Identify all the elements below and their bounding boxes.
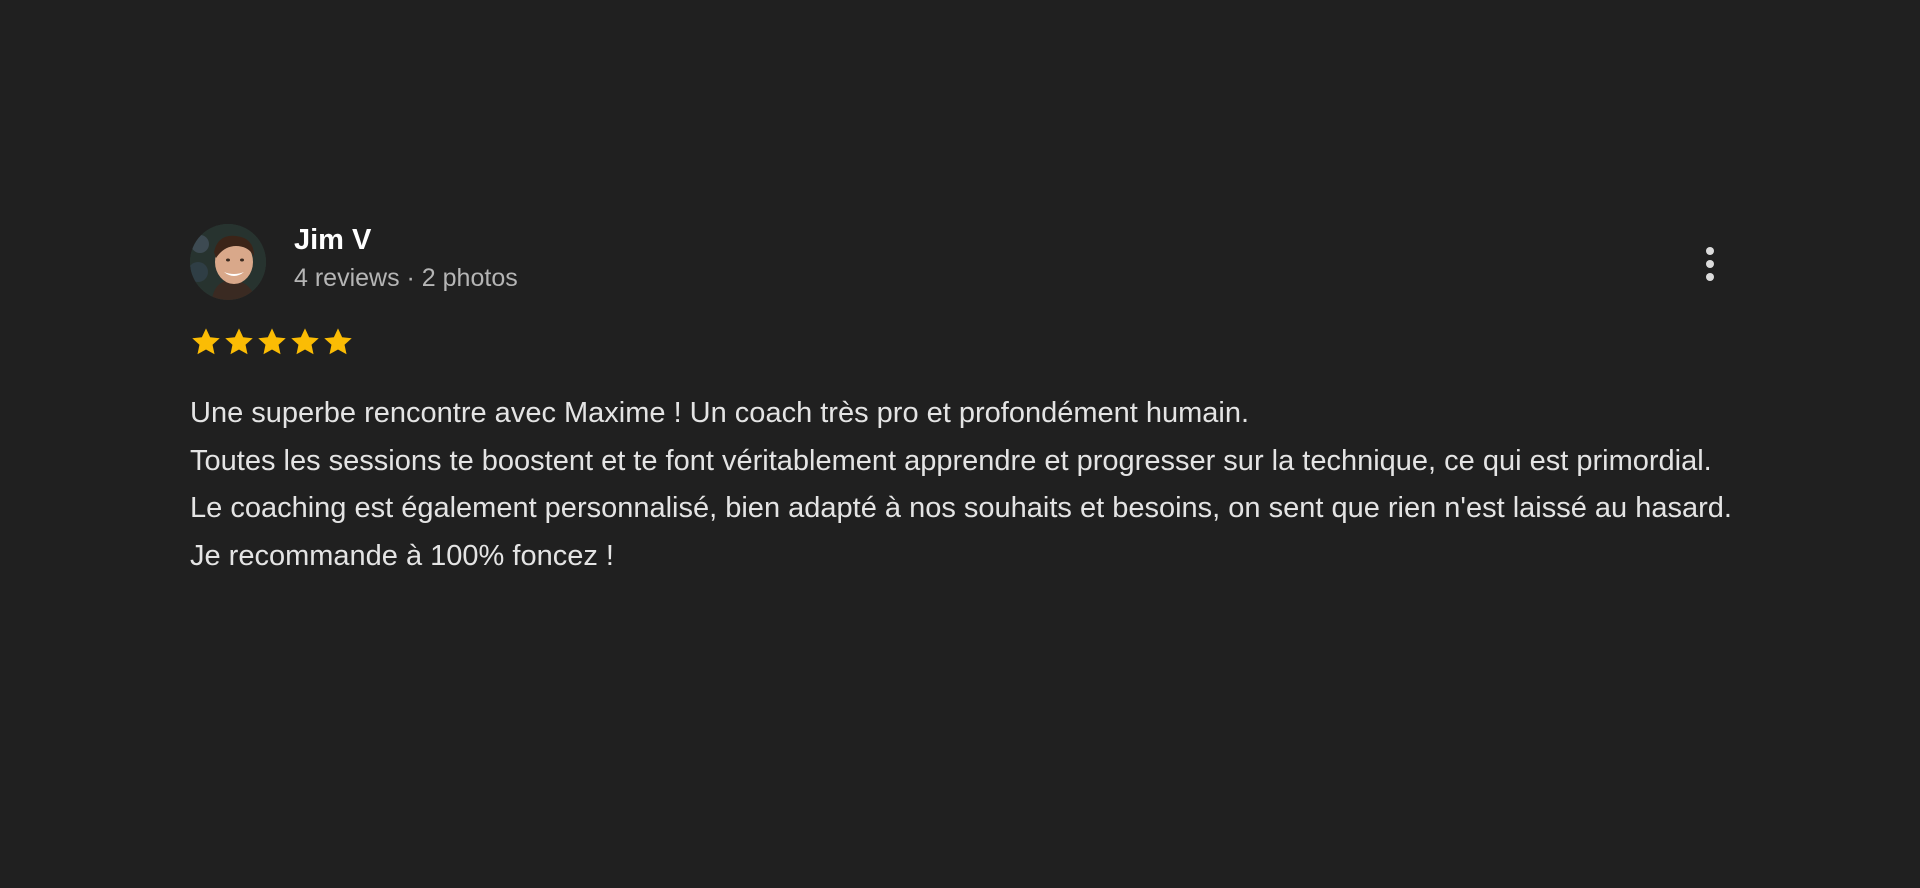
review-paragraph: Toutes les sessions te boostent et te fo… (190, 444, 1712, 477)
star-icon (258, 328, 286, 355)
star-icon (291, 328, 319, 355)
review-paragraph: Une superbe rencontre avec Maxime ! Un c… (190, 397, 1250, 429)
page: Jim V 4 reviews · 2 photos Une superbe r… (0, 0, 1920, 888)
avatar-photo-icon (190, 224, 266, 300)
more-vert-icon (1706, 247, 1714, 255)
more-options-button[interactable] (1690, 238, 1730, 290)
reviewer-name[interactable]: Jim V (294, 222, 371, 258)
star-icon (192, 328, 220, 355)
review-paragraph: Je recommande à 100% foncez ! (190, 539, 614, 572)
star-rating (190, 326, 354, 358)
star-icon (324, 328, 352, 355)
reviewer-avatar[interactable] (190, 224, 266, 300)
more-vert-icon-dot (1706, 260, 1714, 268)
reviewer-meta[interactable]: 4 reviews · 2 photos (294, 262, 518, 294)
review-paragraph: Le coaching est également personnalisé, … (190, 492, 1732, 524)
star-icon (225, 328, 253, 355)
review-text: Une superbe rencontre avec Maxime ! Un c… (190, 390, 1740, 580)
more-vert-icon-dot (1706, 273, 1714, 281)
